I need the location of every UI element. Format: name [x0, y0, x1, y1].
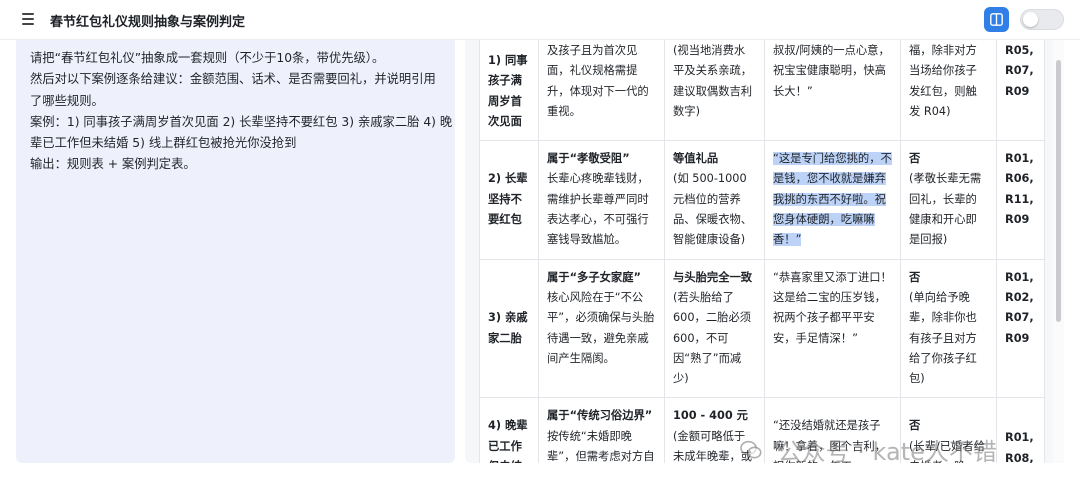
- prompt-line: 输出：规则表 + 案例判定表。: [30, 157, 196, 172]
- table-row: 3) 亲戚家二胎 属于“多子女家庭” 核心风险在于“不公平”，必须确保与头胎待遇一…: [479, 258, 1045, 399]
- rules-cell: R05, R07, R09: [996, 40, 1045, 142]
- page-title: 春节红包礼仪规则抽象与案例判定: [50, 15, 246, 30]
- amount-text: (视当地消费水平及关系亲疏，建议取偶数吉利数字): [673, 44, 753, 118]
- case-judgement-table: 1) 同事孩子满周岁首次见面 及孩子且为首次见面，礼仪规格需提升，体现对下一代的…: [479, 40, 1045, 463]
- amount-text: (若头胎给了 600，二胎必须 600，不可因“熟了”而减少): [673, 290, 752, 386]
- user-prompt-panel: 请把“春节红包礼仪”抽象成一套规则（不少于10条，带优先级）。 然后对以下案例逐…: [16, 40, 455, 463]
- prompt-line: 请把“春节红包礼仪”抽象成一套规则（不少于10条，带优先级）。: [30, 51, 385, 65]
- split-view-button[interactable]: [984, 7, 1009, 32]
- scrollbar-thumb[interactable]: [1056, 60, 1061, 322]
- wechat-icon: [740, 440, 762, 458]
- nature-title: 属于“孝敬受阻”: [547, 152, 630, 166]
- case-table-container[interactable]: 1) 同事孩子满周岁首次见面 及孩子且为首次见面，礼仪规格需提升，体现对下一代的…: [479, 40, 1047, 463]
- response-panel: 1) 同事孩子满周岁首次见面 及孩子且为首次见面，礼仪规格需提升，体现对下一代的…: [465, 40, 1061, 463]
- nature-cell: 属于“多子女家庭” 核心风险在于“不公平”，必须确保与头胎待遇一致，避免亲戚间产生…: [538, 258, 665, 399]
- prompt-line: 辈已工作但未结婚 5) 线上群红包被抢光你没抢到: [30, 136, 297, 151]
- amount-title: 与头胎完全一致: [673, 270, 753, 284]
- nature-title: 属于“传统习俗边界”: [547, 409, 653, 423]
- nature-text: 及孩子且为首次见面，礼仪规格需提升，体现对下一代的重视。: [547, 44, 649, 118]
- nature-text: 按传统“未婚即晚辈”，但需考虑对方自尊心及收入情况: [547, 429, 655, 463]
- amount-cell: (视当地消费水平及关系亲疏，建议取偶数吉利数字): [664, 40, 765, 142]
- amount-cell: 等值礼品 (如 500-1000 元档位的营养品、保暖衣物、智能健康设备): [664, 140, 765, 260]
- nature-text: 长辈心疼晚辈钱财，需维护长辈尊严同时表达孝心，不可强行塞钱导致尴尬。: [547, 172, 649, 247]
- reply-text: (单向给予晚辈，除非你也有孩子且对方给了你孩子红包): [909, 290, 977, 386]
- top-bar: 春节红包礼仪规则抽象与案例判定: [0, 0, 1080, 40]
- toggle-knob: [1023, 12, 1038, 27]
- nature-title: 属于“多子女家庭”: [547, 270, 641, 284]
- rules-cell: R01, R08,: [996, 397, 1045, 463]
- theme-toggle[interactable]: [1020, 9, 1064, 30]
- amount-text: (如 500-1000 元档位的营养品、保暖衣物、智能健康设备): [673, 172, 753, 247]
- reply-text: 福，除非对方当场给你孩子发红包，则触发 R04): [909, 44, 977, 118]
- script-text: 叔叔/阿姨的一点心意，祝宝宝健康聪明，快高长大！”: [773, 44, 890, 98]
- script-text-selected[interactable]: “这是专门给您挑的，不是钱，您不收就是嫌弃我挑的东西不好啦。祝您身体硬朗，吃嘛嘛…: [773, 152, 892, 247]
- reply-text: (孝敬长辈无需回礼，长辈的健康和开心即是回报): [909, 172, 982, 247]
- reply-cell: 否 (孝敬长辈无需回礼，长辈的健康和开心即是回报): [900, 140, 997, 260]
- case-cell: 1) 同事孩子满周岁首次见面: [479, 40, 539, 142]
- table-row: 1) 同事孩子满周岁首次见面 及孩子且为首次见面，礼仪规格需提升，体现对下一代的…: [479, 40, 1045, 142]
- case-cell: 2) 长辈坚持不要红包: [479, 140, 539, 260]
- case-cell: 4) 晚辈已工作但未结婚: [479, 397, 539, 463]
- nature-cell: 属于“传统习俗边界” 按传统“未婚即晚辈”，但需考虑对方自尊心及收入情况: [538, 397, 665, 463]
- amount-cell: 与头胎完全一致 (若头胎给了 600，二胎必须 600，不可因“熟了”而减少): [664, 258, 765, 399]
- reply-title: 否: [909, 152, 921, 166]
- nature-text: 核心风险在于“不公平”，必须确保与头胎待遇一致，避免亲戚间产生隔阂。: [547, 290, 655, 365]
- split-panel-icon: [990, 13, 1003, 26]
- script-text: “恭喜家里又添丁进口！这是给二宝的压岁钱，祝两个孩子都平平安安，手足情深！”: [773, 270, 892, 345]
- menu-icon[interactable]: [22, 13, 34, 25]
- prompt-line: 了哪些规则。: [30, 93, 104, 108]
- prompt-line: 案例：1) 同事孩子满周岁首次见面 2) 长辈坚持不要红包 3) 亲戚家二胎 4…: [30, 114, 453, 129]
- watermark: 公众号 · kate人不错: [740, 432, 997, 472]
- rules-cell: R01, R06, R11, R09: [996, 140, 1045, 260]
- amount-title: 100 - 400 元: [673, 409, 748, 423]
- nature-cell: 及孩子且为首次见面，礼仪规格需提升，体现对下一代的重视。: [538, 40, 665, 142]
- script-cell: “这是专门给您挑的，不是钱，您不收就是嫌弃我挑的东西不好啦。祝您身体硬朗，吃嘛嘛…: [764, 140, 901, 260]
- table-row: 2) 长辈坚持不要红包 属于“孝敬受阻” 长辈心疼晚辈钱财，需维护长辈尊严同时表达…: [479, 140, 1045, 260]
- rules-cell: R01, R02, R07, R09: [996, 258, 1045, 399]
- script-cell: 叔叔/阿姨的一点心意，祝宝宝健康聪明，快高长大！”: [764, 40, 901, 142]
- reply-title: 否: [909, 270, 921, 284]
- case-cell: 3) 亲戚家二胎: [479, 258, 539, 399]
- prompt-line: 然后对以下案例逐条给建议：金额范围、话术、是否需要回礼，并说明引用: [30, 72, 436, 87]
- script-cell: “恭喜家里又添丁进口！这是给二宝的压岁钱，祝两个孩子都平平安安，手足情深！”: [764, 258, 901, 399]
- reply-cell: 福，除非对方当场给你孩子发红包，则触发 R04): [900, 40, 997, 142]
- watermark-text: 公众号 · kate人不错: [777, 438, 997, 466]
- nature-cell: 属于“孝敬受阻” 长辈心疼晚辈钱财，需维护长辈尊严同时表达孝心，不可强行塞钱导致尴…: [538, 140, 665, 260]
- reply-cell: 否 (单向给予晚辈，除非你也有孩子且对方给了你孩子红包): [900, 258, 997, 399]
- amount-title: 等值礼品: [673, 152, 719, 166]
